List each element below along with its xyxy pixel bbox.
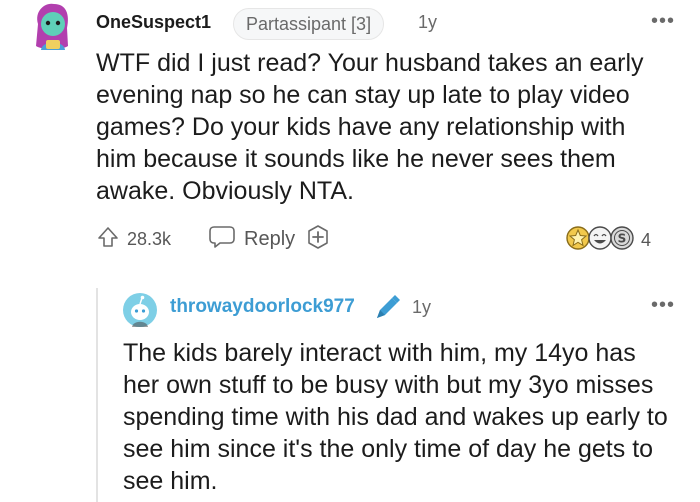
reply-avatar[interactable] (123, 293, 157, 327)
upvote-button[interactable]: 28.3k (96, 225, 171, 254)
upvote-count: 28.3k (127, 228, 172, 249)
avatar[interactable] (32, 2, 72, 52)
comment-bubble-icon (208, 224, 236, 255)
reply-label: Reply (244, 227, 296, 250)
comment-age: 1y (418, 12, 438, 32)
reply-username[interactable]: throwaydoorlock977 (170, 296, 355, 318)
comment-username[interactable]: OneSuspect1 (96, 12, 211, 33)
add-award-icon[interactable] (305, 224, 331, 255)
reply-more-options-button[interactable]: ••• (651, 295, 675, 315)
op-pen-icon (372, 292, 402, 327)
user-flair: Partassipant [3] (233, 8, 385, 40)
awards-list[interactable]: S 4 (565, 225, 651, 256)
svg-text:S: S (618, 232, 627, 246)
thread-line[interactable] (96, 288, 98, 502)
more-options-button[interactable]: ••• (651, 11, 675, 31)
award-count: 4 (641, 230, 652, 250)
give-award-button[interactable] (305, 224, 331, 255)
reply-age: 1y (412, 297, 432, 317)
comment-body: WTF did I just read? Your husband takes … (96, 49, 644, 205)
upvote-arrow-icon[interactable] (96, 225, 120, 254)
reply-body: The kids barely interact with him, my 14… (123, 339, 668, 495)
reply-button[interactable]: Reply (208, 224, 295, 255)
silver-coin-award-icon: S (609, 225, 635, 256)
comment-actions: 28.3k Reply (96, 224, 331, 254)
